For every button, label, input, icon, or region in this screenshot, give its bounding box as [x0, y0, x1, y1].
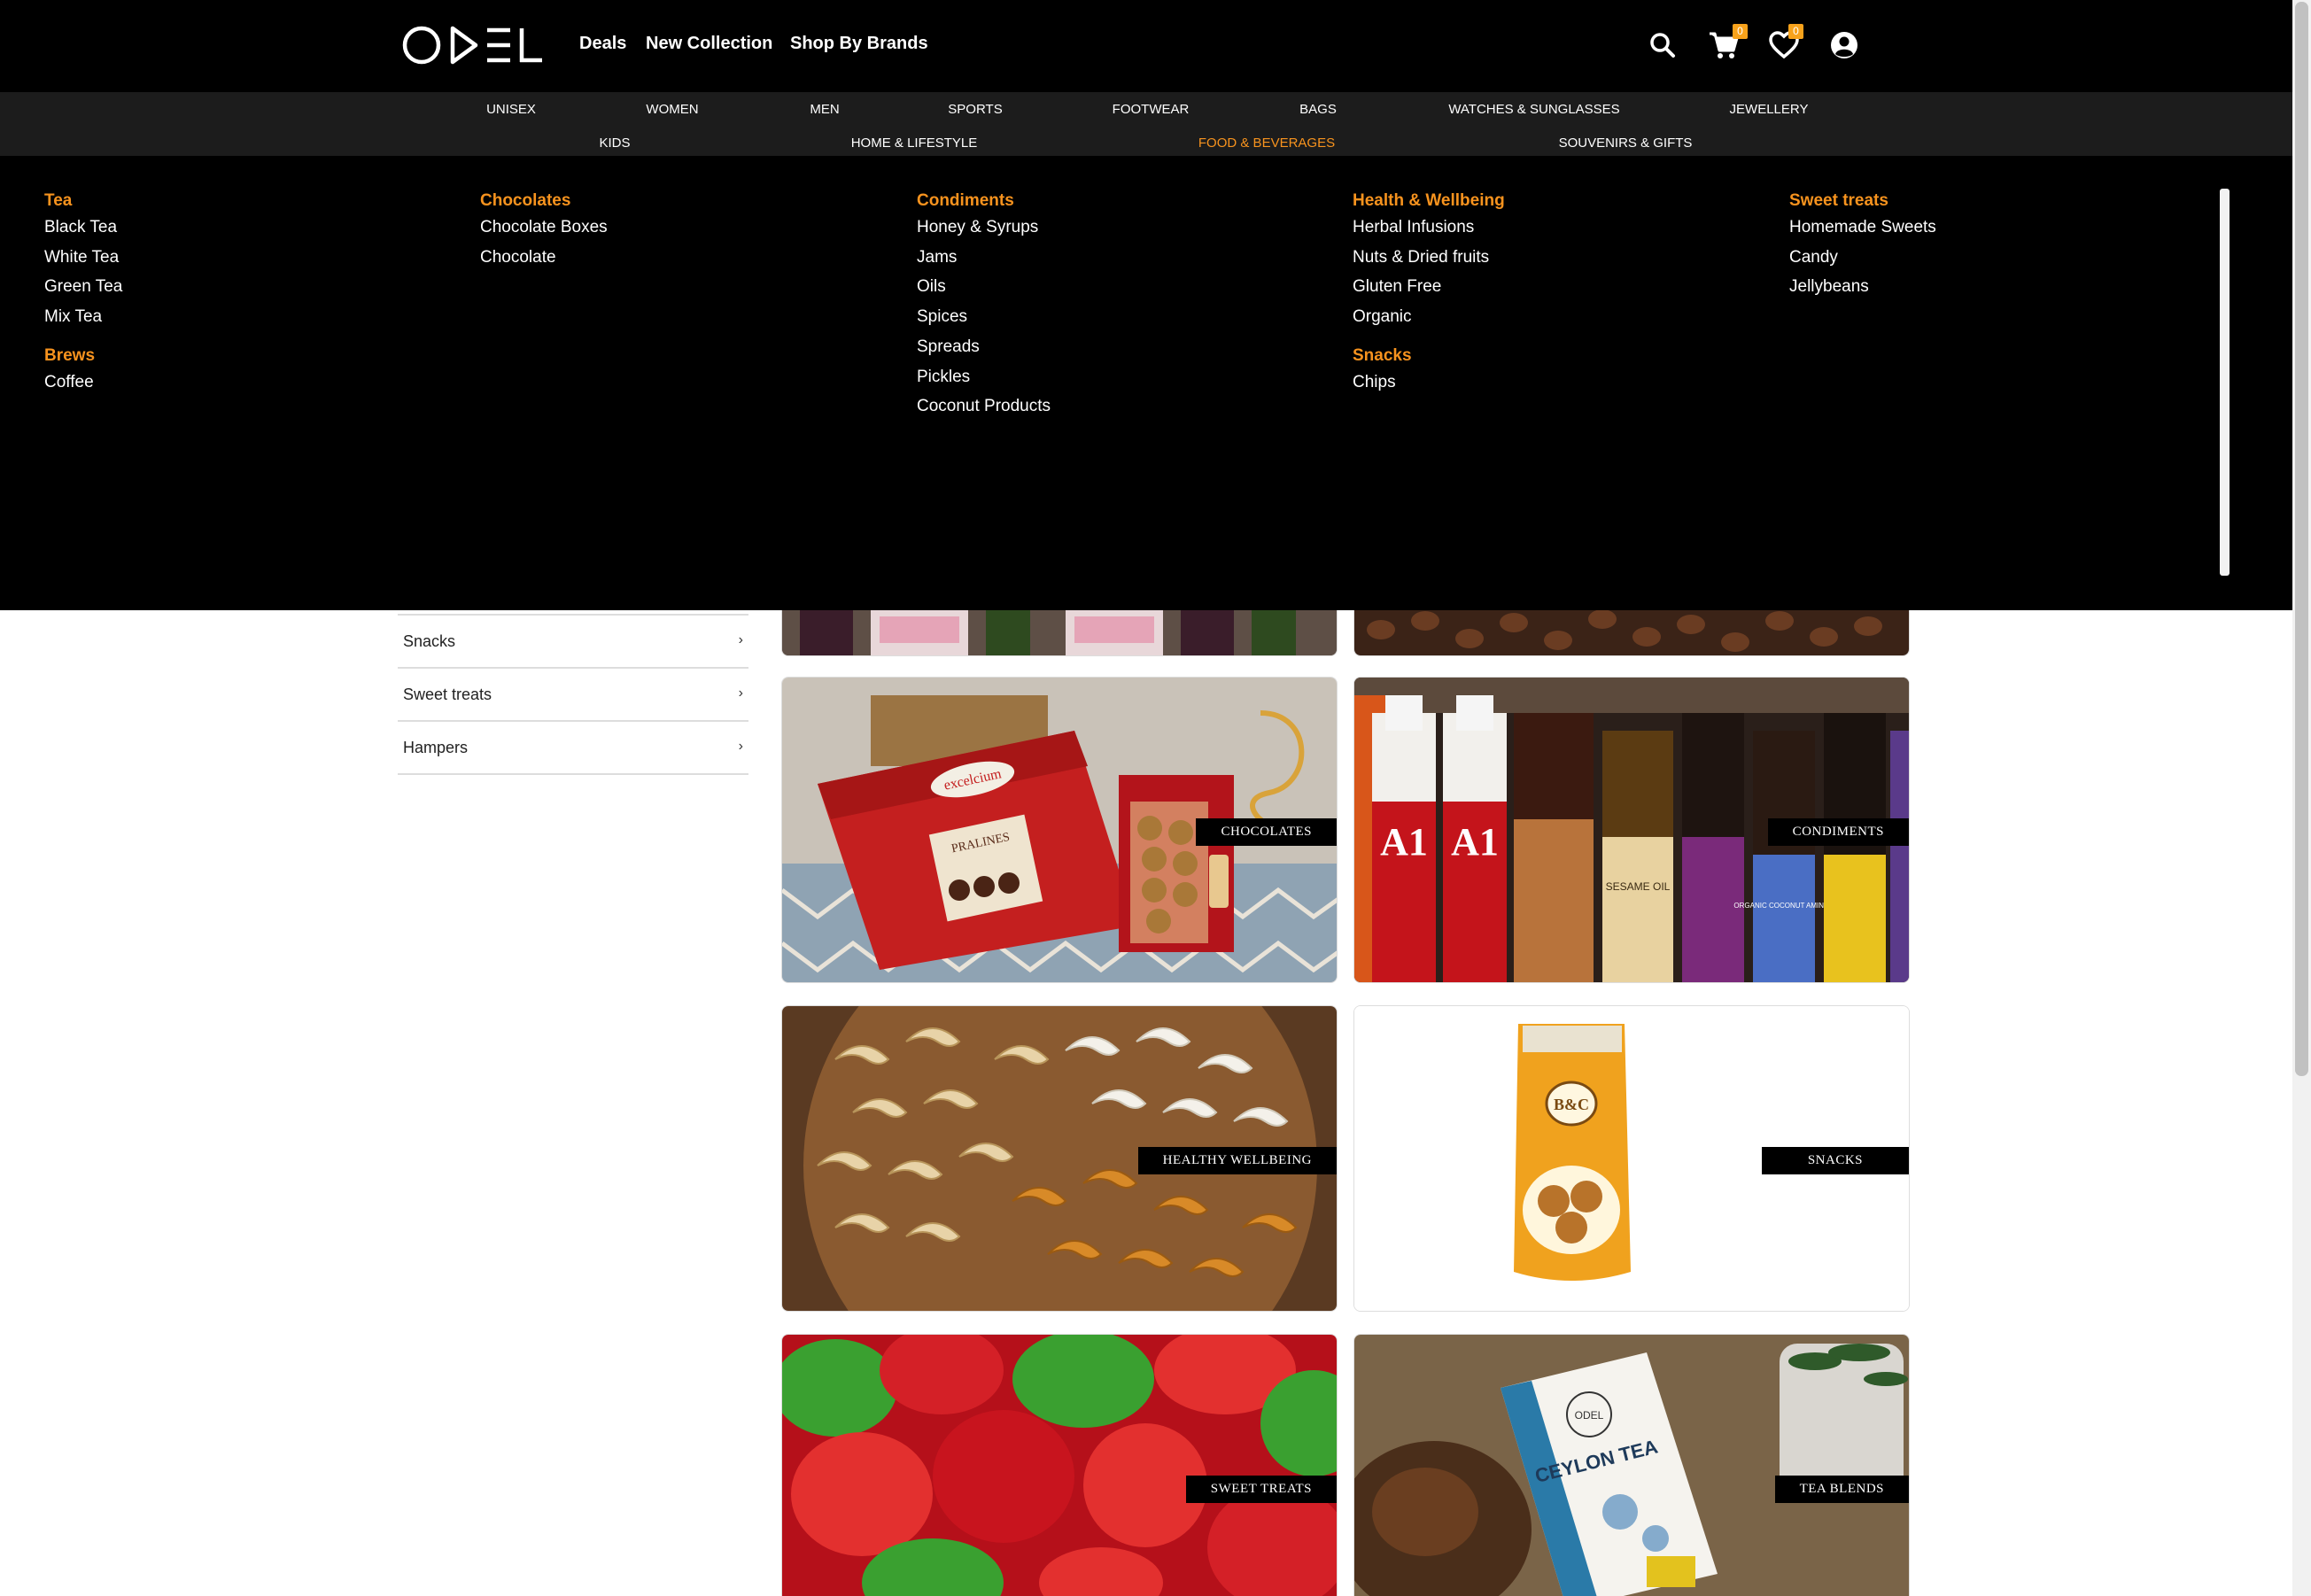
bc-brand: B&C	[1554, 1096, 1589, 1113]
category-souvenirs-gifts[interactable]: SOUVENIRS & GIFTS	[1559, 136, 1693, 151]
tile-snacks[interactable]: B&C SNACKS	[1353, 1005, 1910, 1312]
a1-label: A1	[1380, 820, 1428, 864]
menu-item-chocolate-boxes[interactable]: Chocolate Boxes	[480, 218, 608, 237]
menu-item-candy[interactable]: Candy	[1789, 248, 1838, 267]
menu-item-chocolate[interactable]: Chocolate	[480, 248, 556, 267]
menu-item-spices[interactable]: Spices	[917, 307, 967, 327]
category-unisex[interactable]: UNISEX	[486, 102, 536, 117]
nav-deals[interactable]: Deals	[579, 34, 626, 54]
menu-heading-sweet-treats[interactable]: Sweet treats	[1789, 191, 1888, 211]
sidebar-item-label: Hampers	[403, 739, 469, 756]
tile-label: CHOCOLATES	[1196, 818, 1337, 846]
tile-label: SNACKS	[1761, 1147, 1909, 1174]
menu-item-jams[interactable]: Jams	[917, 248, 957, 267]
site-header: Deals New Collection Shop By Brands 0 0	[0, 0, 2292, 92]
account-icon[interactable]	[1827, 28, 1861, 62]
odel-tea-brand: ODEL	[1575, 1409, 1604, 1422]
menu-heading-chocolates[interactable]: Chocolates	[480, 191, 570, 211]
category-food-beverages[interactable]: FOOD & BEVERAGES	[1198, 136, 1335, 151]
menu-item-jellybeans[interactable]: Jellybeans	[1789, 277, 1869, 297]
category-men[interactable]: MEN	[810, 102, 839, 117]
menu-item-black-tea[interactable]: Black Tea	[44, 218, 117, 237]
wishlist-count-badge: 0	[1788, 24, 1803, 39]
search-icon[interactable]	[1646, 28, 1679, 62]
category-footwear[interactable]: FOOTWEAR	[1113, 102, 1190, 117]
menu-item-oils[interactable]: Oils	[917, 277, 946, 297]
nav-new-collection[interactable]: New Collection	[646, 34, 772, 54]
tile-label: TEA BLENDS	[1774, 1476, 1909, 1503]
chevron-right-icon: ›	[738, 632, 743, 647]
sesame-oil-label: SESAME OIL	[1606, 880, 1671, 893]
odel-logo[interactable]	[402, 23, 544, 67]
menu-item-gluten-free[interactable]: Gluten Free	[1353, 277, 1441, 297]
tile-condiments[interactable]: A1 A1 SESAME OIL ORGANIC COCONUT AMINOS …	[1353, 677, 1910, 983]
menu-heading-tea[interactable]: Tea	[44, 191, 72, 211]
menu-item-coffee[interactable]: Coffee	[44, 373, 94, 392]
menu-item-coconut-products[interactable]: Coconut Products	[917, 397, 1051, 416]
menu-item-herbal-infusions[interactable]: Herbal Infusions	[1353, 218, 1474, 237]
category-bar: UNISEX WOMEN MEN SPORTS FOOTWEAR BAGS WA…	[0, 92, 2292, 156]
menu-heading-snacks[interactable]: Snacks	[1353, 346, 1412, 366]
sidebar-item-snacks[interactable]: Snacks ›	[398, 616, 748, 669]
page-scrollbar-thumb[interactable]	[2295, 2, 2308, 1076]
menu-item-pickles[interactable]: Pickles	[917, 368, 970, 387]
menu-item-chips[interactable]: Chips	[1353, 373, 1396, 392]
menu-item-honey-syrups[interactable]: Honey & Syrups	[917, 218, 1038, 237]
chevron-right-icon: ›	[738, 686, 743, 701]
sidebar-item-label: Sweet treats	[403, 686, 492, 703]
sidebar-item-hampers[interactable]: Hampers ›	[398, 722, 748, 775]
menu-item-organic[interactable]: Organic	[1353, 307, 1412, 327]
strawberry-gummies-image	[782, 1335, 1337, 1596]
a1-label: A1	[1451, 820, 1499, 864]
menu-heading-condiments[interactable]: Condiments	[917, 191, 1014, 211]
page: { "header": { "logo_text": "ODEL", "nav"…	[0, 0, 2311, 1596]
menu-item-green-tea[interactable]: Green Tea	[44, 277, 122, 297]
cart-count-badge: 0	[1733, 24, 1748, 39]
menu-item-spreads[interactable]: Spreads	[917, 337, 980, 357]
nav-shop-by-brands[interactable]: Shop By Brands	[790, 34, 928, 54]
coconut-aminos-label: ORGANIC COCONUT AMINOS	[1733, 902, 1834, 910]
mega-menu-scrollbar[interactable]	[2220, 189, 2230, 576]
tile-sweet-treats[interactable]: SWEET TREATS	[781, 1334, 1338, 1596]
category-kids[interactable]: KIDS	[599, 136, 630, 151]
ceylon-tea-box-image: ODEL CEYLON TEA	[1354, 1335, 1909, 1596]
tile-healthy-wellbeing[interactable]: HEALTHY WELLBEING	[781, 1005, 1338, 1312]
category-bags[interactable]: BAGS	[1299, 102, 1337, 117]
tile-label: CONDIMENTS	[1767, 818, 1909, 846]
tile-tea-blends[interactable]: ODEL CEYLON TEA TEA BLENDS	[1353, 1334, 1910, 1596]
category-women[interactable]: WOMEN	[646, 102, 698, 117]
menu-item-mix-tea[interactable]: Mix Tea	[44, 307, 102, 327]
menu-item-homemade-sweets[interactable]: Homemade Sweets	[1789, 218, 1936, 237]
sidebar-item-sweet-treats[interactable]: Sweet treats ›	[398, 669, 748, 722]
category-jewellery[interactable]: JEWELLERY	[1730, 102, 1809, 117]
mega-menu: Tea Black Tea White Tea Green Tea Mix Te…	[0, 156, 2292, 610]
menu-heading-brews[interactable]: Brews	[44, 346, 95, 366]
tile-chocolates[interactable]: excelcium PRALINES CHOCOLATES	[781, 677, 1338, 983]
menu-item-nuts-dried-fruits[interactable]: Nuts & Dried fruits	[1353, 248, 1489, 267]
chevron-right-icon: ›	[738, 739, 743, 754]
menu-item-white-tea[interactable]: White Tea	[44, 248, 119, 267]
category-sports[interactable]: SPORTS	[948, 102, 1002, 117]
tile-label: HEALTHY WELLBEING	[1137, 1147, 1337, 1174]
tile-label: SWEET TREATS	[1185, 1476, 1337, 1503]
menu-heading-health-wellbeing[interactable]: Health & Wellbeing	[1353, 191, 1505, 211]
category-home-lifestyle[interactable]: HOME & LIFESTYLE	[851, 136, 978, 151]
category-watches-sunglasses[interactable]: WATCHES & SUNGLASSES	[1448, 102, 1619, 117]
sidebar-item-label: Snacks	[403, 632, 456, 650]
